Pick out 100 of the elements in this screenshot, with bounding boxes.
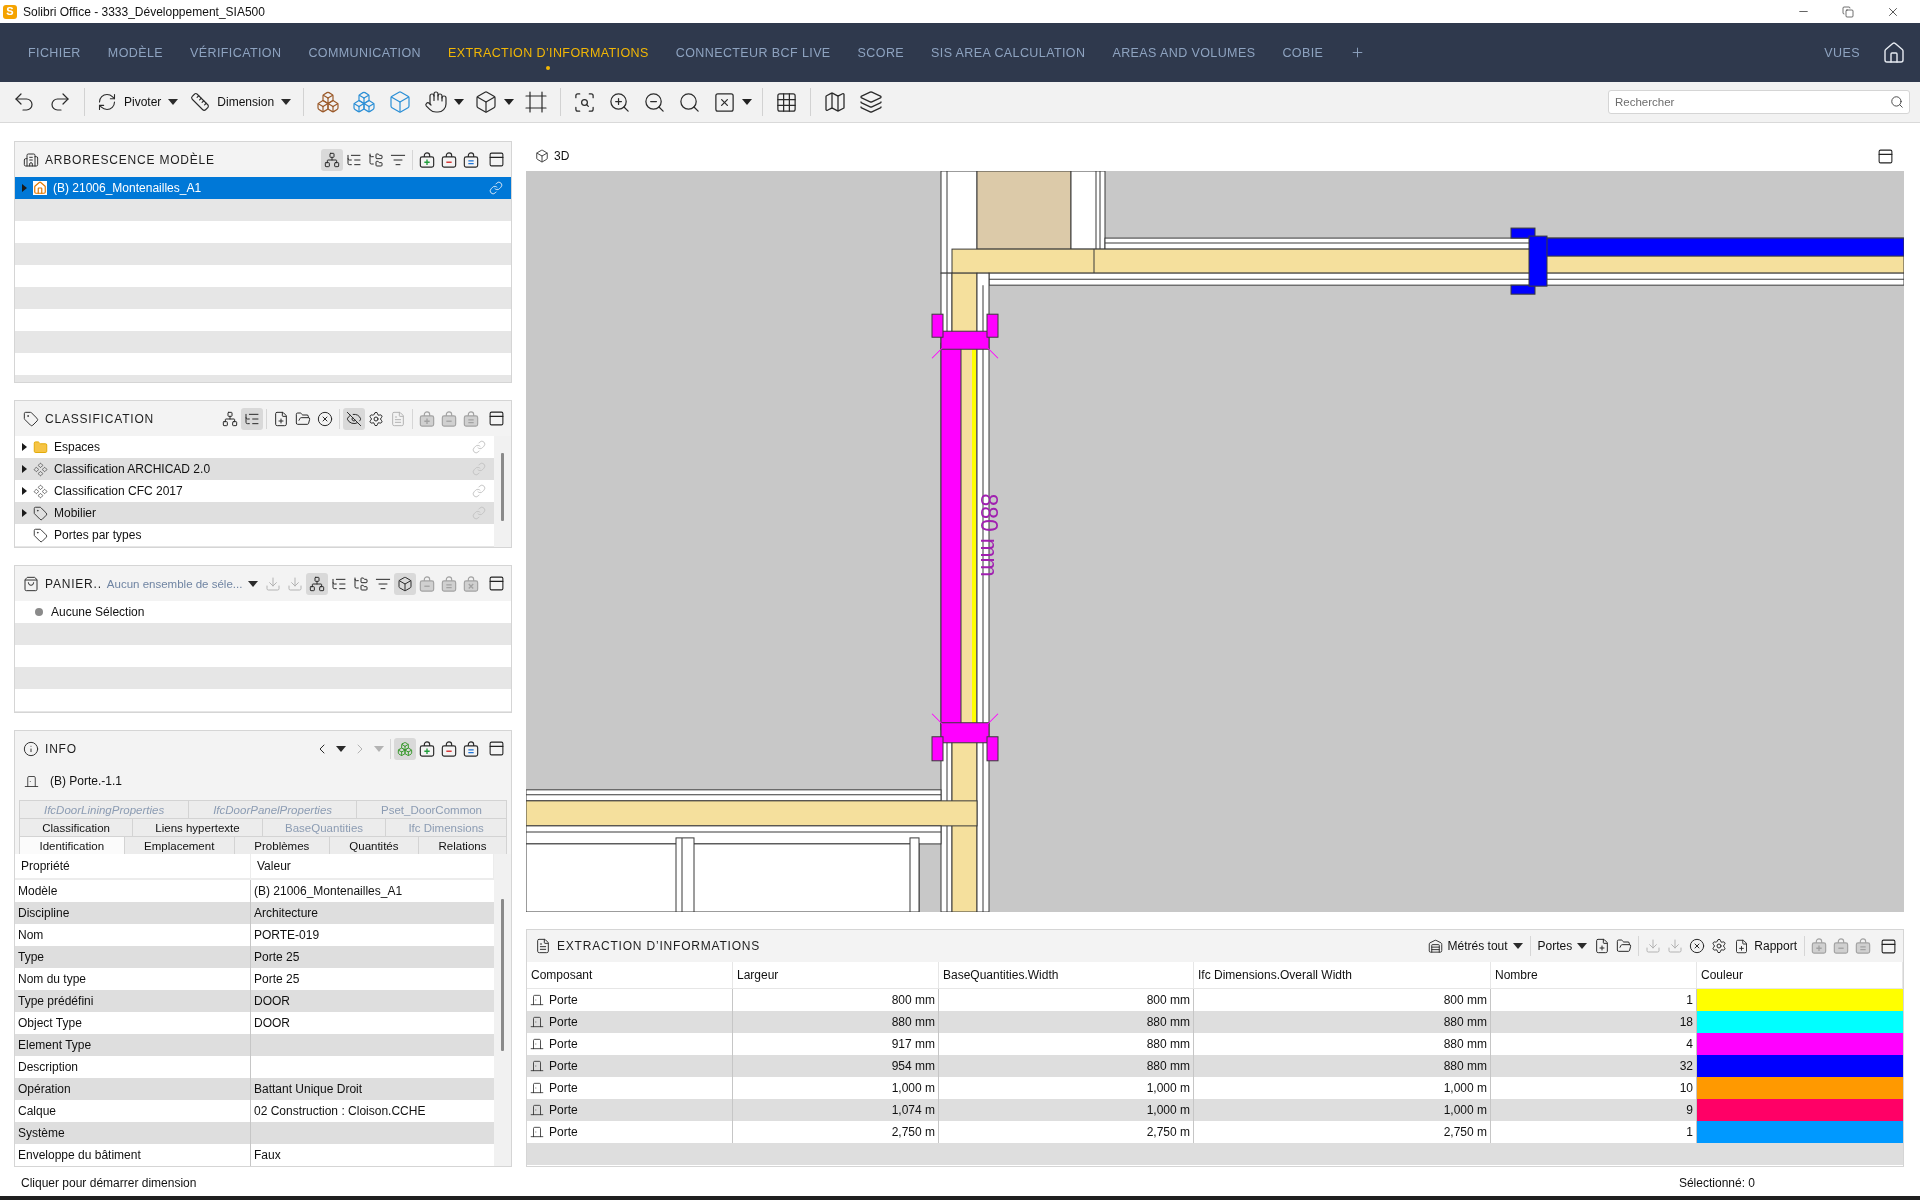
scrollbar-thumb[interactable] [501, 899, 504, 1051]
maximize-icon[interactable] [1877, 147, 1894, 165]
zoom-out-icon[interactable] [643, 90, 667, 114]
panel-title: CLASSIFICATION [45, 411, 154, 426]
building-icon [23, 151, 39, 168]
property-name: Enveloppe du bâtiment [15, 1144, 251, 1166]
panel-title: ARBORESCENCE MODÈLE [45, 152, 215, 167]
component-name: Porte [549, 1081, 578, 1095]
square-x-icon[interactable] [713, 90, 737, 114]
property-tab[interactable]: Quantités [328, 836, 420, 854]
views-menu[interactable]: VUES [1824, 45, 1860, 60]
caret-icon [281, 99, 292, 105]
menu-tab[interactable]: CONNECTEUR BCF LIVE [675, 23, 831, 82]
diamonds-icon [33, 461, 48, 477]
cubes-icon[interactable] [316, 90, 341, 114]
diamonds-icon [33, 483, 48, 499]
tree-item[interactable]: (B) 21006_Montenailles_A1 [15, 177, 511, 199]
caret-icon [248, 580, 259, 587]
selection-set-dropdown[interactable]: Aucun ensemble de séle... [101, 577, 261, 590]
menu-tab[interactable]: FICHIER [28, 23, 81, 82]
expand-arrow-icon[interactable] [21, 443, 27, 451]
property-tab[interactable]: Problèmes [233, 836, 330, 854]
panel-title: INFO [45, 741, 77, 756]
rotate-button[interactable]: Pivoter [91, 87, 185, 117]
door-icon [530, 1037, 544, 1051]
property-tab[interactable]: Classification [19, 818, 134, 836]
cubes-icon[interactable] [352, 90, 377, 114]
hierarchy-icon[interactable] [306, 572, 328, 595]
expand-arrow-icon[interactable] [21, 465, 27, 473]
caret-icon[interactable] [454, 99, 465, 105]
scope-dropdown[interactable]: Métrés tout [1423, 938, 1527, 954]
component-name: Porte [549, 1103, 578, 1117]
column-header: Couleur [1697, 962, 1903, 988]
column-header: Nombre [1491, 962, 1697, 988]
empty-selection-label: Aucune Sélection [51, 605, 145, 619]
menu-tab[interactable]: COMMUNICATION [308, 23, 421, 82]
menu-tab[interactable]: AREAS AND VOLUMES [1112, 23, 1256, 82]
menu-tab[interactable]: SIS AREA CALCULATION [931, 23, 1086, 82]
dimension-label: 880 mm [976, 493, 1000, 577]
cube-icon [535, 149, 549, 163]
dimension-button[interactable]: Dimension [184, 87, 298, 117]
panel-title: PANIER.. [45, 576, 102, 591]
caret-icon[interactable] [504, 99, 515, 105]
caret-icon[interactable] [742, 99, 753, 105]
filter-dropdown[interactable]: Portes [1533, 939, 1592, 953]
menu-tab[interactable]: VÉRIFICATION [190, 23, 282, 82]
magnifier-icon[interactable] [678, 90, 702, 114]
plus-icon[interactable] [1350, 45, 1366, 60]
zoom-fit-icon[interactable] [573, 90, 597, 114]
menu-tab[interactable]: EXTRACTION D’INFORMATIONS [448, 23, 649, 82]
maximize-icon[interactable] [488, 740, 505, 757]
layers-icon[interactable] [859, 90, 884, 114]
list-tree-icon[interactable] [241, 407, 263, 430]
property-tab[interactable]: Emplacement [123, 836, 235, 854]
eye-off-icon[interactable] [343, 407, 365, 430]
component-name: Porte [549, 1037, 578, 1051]
ruler-icon [190, 92, 211, 112]
expand-arrow-icon[interactable] [21, 487, 27, 495]
map-icon[interactable] [823, 90, 848, 114]
expand-arrow-icon[interactable] [21, 509, 27, 517]
component-name: Porte [549, 1125, 578, 1139]
tree-item[interactable]: Mobilier [15, 502, 494, 524]
cube-icon[interactable] [474, 90, 499, 114]
property-value: Battant Unique Droit [253, 1081, 364, 1098]
grid-icon[interactable] [775, 90, 799, 114]
document-icon [535, 938, 551, 954]
component-name: Porte [549, 993, 578, 1007]
component-name: Porte [549, 1059, 578, 1073]
property-value: DOOR [253, 1015, 291, 1032]
house-icon[interactable] [1882, 40, 1906, 65]
menu-tab[interactable]: MODÈLE [107, 23, 163, 82]
menu-tab[interactable]: SCORE [857, 23, 905, 82]
search-field[interactable]: Rechercher [1608, 90, 1910, 114]
maximize-icon[interactable] [1880, 937, 1897, 955]
scrollbar-thumb[interactable] [501, 453, 504, 521]
frame-icon[interactable] [524, 90, 549, 114]
rotate-icon [97, 92, 117, 112]
restore-icon[interactable] [1842, 5, 1854, 18]
door-icon [530, 1081, 544, 1095]
panel-title: EXTRACTION D’INFORMATIONS [557, 939, 761, 953]
component-name: Porte [549, 1015, 578, 1029]
report-button[interactable]: Rapport [1730, 938, 1801, 954]
cube-icon[interactable] [394, 572, 416, 595]
zoom-in-icon[interactable] [608, 90, 632, 114]
menu-tab[interactable]: COBIE [1282, 23, 1324, 82]
caret-icon [168, 99, 179, 105]
hierarchy-icon[interactable] [321, 148, 343, 171]
property-tab[interactable]: Relations [418, 836, 507, 854]
tree-item[interactable]: Classification ARCHICAD 2.0 [15, 458, 494, 480]
tag-icon [33, 527, 48, 543]
view-title: 3D [554, 149, 570, 163]
hand-icon[interactable] [424, 90, 449, 114]
maximize-icon[interactable] [488, 410, 505, 427]
column-header: Composant [527, 962, 733, 988]
property-tab[interactable]: Identification [19, 836, 125, 854]
property-tab[interactable]: Liens hypertexte [132, 818, 263, 836]
maximize-icon[interactable] [488, 575, 505, 592]
maximize-icon[interactable] [488, 151, 505, 168]
door-icon [530, 1059, 544, 1073]
info-icon [23, 740, 39, 757]
